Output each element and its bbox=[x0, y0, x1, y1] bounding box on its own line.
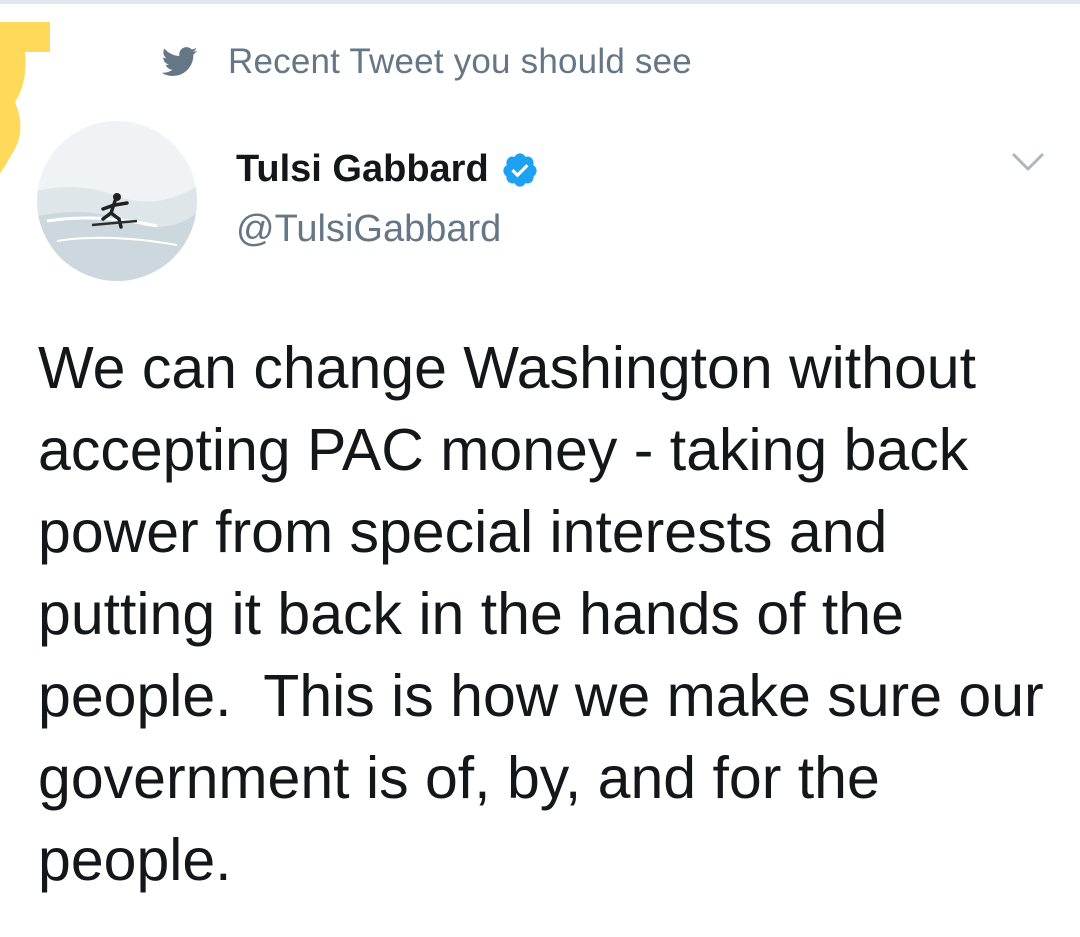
author-name-row[interactable]: Tulsi Gabbard bbox=[236, 148, 539, 191]
context-label: Recent Tweet you should see bbox=[228, 42, 692, 81]
surfer-avatar-image bbox=[37, 121, 197, 281]
top-divider bbox=[0, 0, 1080, 4]
chevron-down-icon[interactable] bbox=[1010, 150, 1046, 174]
twitter-bird-icon bbox=[162, 47, 198, 76]
author-handle[interactable]: @TulsiGabbard bbox=[236, 208, 501, 251]
author-name[interactable]: Tulsi Gabbard bbox=[236, 148, 489, 191]
tweet-text: We can change Washington without accepti… bbox=[38, 335, 1061, 893]
verified-badge-icon bbox=[503, 152, 537, 187]
social-context: Recent Tweet you should see bbox=[162, 38, 692, 86]
avatar[interactable] bbox=[37, 121, 197, 281]
yellow-highlight-mark bbox=[0, 22, 50, 174]
